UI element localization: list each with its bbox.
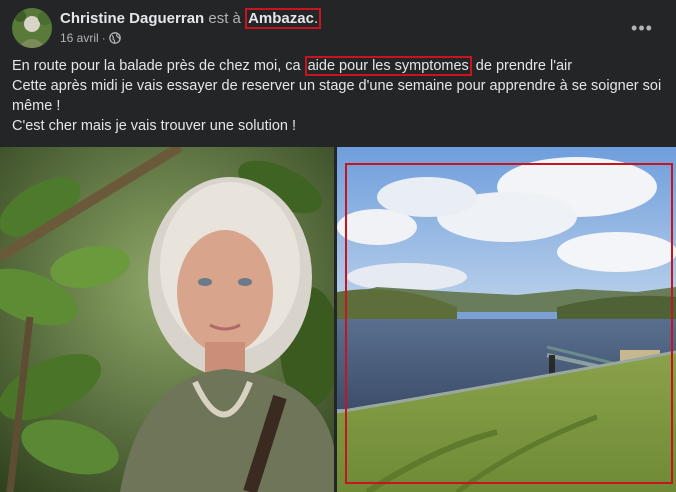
- post-photos: [0, 147, 676, 492]
- author-line: Christine Daguerran est à Ambazac.: [60, 8, 322, 29]
- post-text-line-1: En route pour la balade près de chez moi…: [12, 56, 664, 76]
- author-avatar[interactable]: [12, 8, 52, 48]
- location-link[interactable]: Ambazac: [248, 10, 314, 27]
- post-body: En route pour la balade près de chez moi…: [12, 56, 664, 136]
- meta-separator: ·: [101, 31, 106, 45]
- post-header: Christine Daguerran est à Ambazac. 16 av…: [12, 8, 664, 48]
- post-date[interactable]: 16 avril: [60, 31, 99, 45]
- text-part: En route pour la balade près de chez moi…: [12, 58, 305, 74]
- post-meta: 16 avril ·: [60, 31, 121, 45]
- photo-lake[interactable]: [337, 147, 676, 492]
- post-text-line-3: C'est cher mais je vais trouver une solu…: [12, 118, 297, 134]
- more-horizontal-icon[interactable]: •••: [628, 14, 656, 42]
- text-highlight: aide pour les symptomes: [304, 56, 472, 76]
- location-prefix: est à: [208, 10, 241, 27]
- location-suffix: .: [313, 10, 319, 27]
- author-name[interactable]: Christine Daguerran: [60, 10, 204, 27]
- photo-portrait[interactable]: [0, 147, 334, 492]
- globe-icon[interactable]: [108, 32, 121, 44]
- text-part: de prendre l'air: [471, 58, 573, 74]
- post-text-line-2: Cette après midi je vais essayer de rese…: [12, 78, 662, 114]
- location-highlight: Ambazac.: [245, 8, 322, 29]
